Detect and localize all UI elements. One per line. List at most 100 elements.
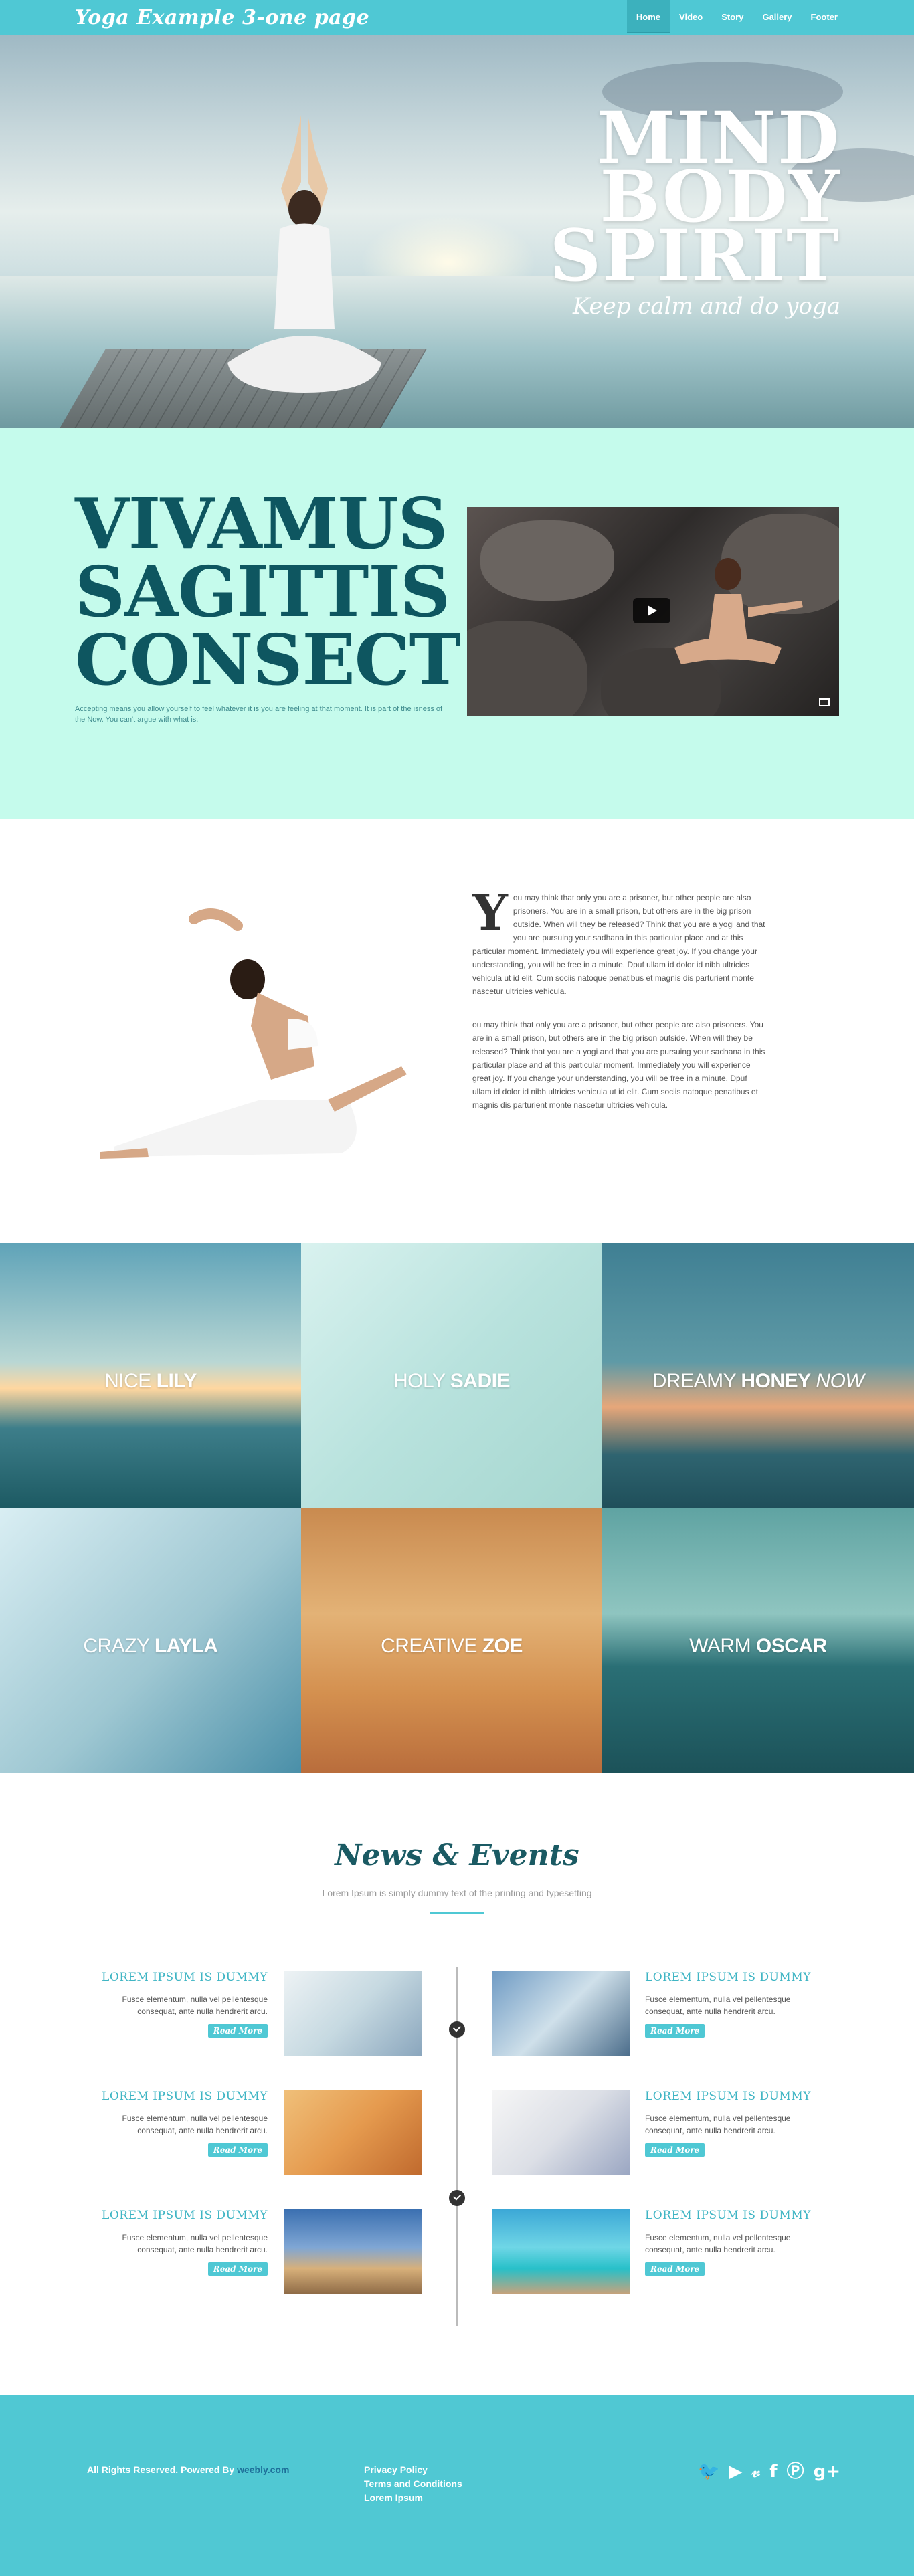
rock-shape bbox=[467, 621, 587, 716]
footer: All Rights Reserved. Powered By weebly.c… bbox=[0, 2395, 914, 2576]
news-item-text: LOREM IPSUM IS DUMMY Fusce elementum, nu… bbox=[87, 2090, 268, 2157]
news-item-text: LOREM IPSUM IS DUMMY Fusce elementum, nu… bbox=[645, 2209, 826, 2276]
read-more-button[interactable]: Read More bbox=[645, 2262, 705, 2276]
play-icon[interactable] bbox=[633, 598, 670, 623]
caption-prefix: CREATIVE bbox=[381, 1635, 482, 1658]
intro-text: Accepting means you allow yourself to fe… bbox=[75, 705, 443, 724]
video-section: VIVAMUS SAGITTIS CONSECT Accepting means… bbox=[0, 428, 914, 819]
caption-name: LAYLA bbox=[154, 1635, 218, 1658]
news-thumbnail[interactable] bbox=[492, 2209, 630, 2294]
caption-name: ZOE bbox=[482, 1635, 523, 1658]
news-item: LOREM IPSUM IS DUMMY Fusce elementum, nu… bbox=[492, 1971, 827, 2060]
news-item-desc: Fusce elementum, nulla vel pellentesque … bbox=[122, 2233, 268, 2254]
read-more-button[interactable]: Read More bbox=[207, 2024, 268, 2038]
facebook-icon[interactable]: f bbox=[769, 2462, 777, 2482]
vimeo-icon[interactable]: 𝓋 bbox=[751, 2462, 760, 2482]
news-item-title[interactable]: LOREM IPSUM IS DUMMY bbox=[87, 1971, 268, 1984]
story-section: Y ou may think that only you are a priso… bbox=[0, 819, 914, 1243]
nav-item-story[interactable]: Story bbox=[712, 0, 753, 35]
caption-name: SADIE bbox=[450, 1370, 511, 1393]
news-item-text: LOREM IPSUM IS DUMMY Fusce elementum, nu… bbox=[645, 1971, 826, 2038]
news-item-title[interactable]: LOREM IPSUM IS DUMMY bbox=[645, 2209, 826, 2222]
gallery-caption: CRAZY LAYLA bbox=[0, 1635, 301, 1658]
timeline-line bbox=[456, 1967, 458, 2326]
social-links: 🐦 ▶ 𝓋 f Ⓟ g+ bbox=[698, 2462, 840, 2482]
news-subtitle: Lorem Ipsum is simply dummy text of the … bbox=[322, 1888, 592, 1898]
story-paragraph: ou may think that only you are a prisone… bbox=[472, 893, 765, 996]
caption-suffix: NOW bbox=[810, 1370, 864, 1393]
stretching-woman-image bbox=[100, 908, 407, 1159]
caption-prefix: CRAZY bbox=[83, 1635, 155, 1658]
gallery-caption: NICE LILY bbox=[0, 1370, 301, 1393]
fullscreen-icon[interactable] bbox=[819, 698, 830, 706]
news-item: LOREM IPSUM IS DUMMY Fusce elementum, nu… bbox=[87, 2090, 422, 2179]
read-more-button[interactable]: Read More bbox=[207, 2143, 268, 2157]
footer-link-terms[interactable]: Terms and Conditions bbox=[364, 2477, 462, 2491]
hero-banner: MIND BODY SPIRIT Keep calm and do yoga bbox=[0, 35, 914, 428]
video-player[interactable] bbox=[467, 507, 839, 716]
news-item: LOREM IPSUM IS DUMMY Fusce elementum, nu… bbox=[87, 1971, 422, 2060]
gallery-grid: NICE LILY HOLY SADIE DREAMY HONEY NOW CR… bbox=[0, 1243, 914, 1773]
googleplus-icon[interactable]: g+ bbox=[814, 2462, 840, 2482]
gallery-tile[interactable]: DREAMY HONEY NOW bbox=[602, 1243, 914, 1508]
top-nav: Yoga Example 3-one page Home Video Story… bbox=[0, 0, 914, 35]
news-thumbnail[interactable] bbox=[284, 1971, 422, 2056]
nav-item-footer[interactable]: Footer bbox=[802, 0, 847, 35]
nav-menu: Home Video Story Gallery Footer bbox=[626, 0, 847, 35]
story-paragraph: ou may think that only you are a prisone… bbox=[472, 1020, 765, 1110]
news-item-text: LOREM IPSUM IS DUMMY Fusce elementum, nu… bbox=[87, 1971, 268, 2038]
read-more-button[interactable]: Read More bbox=[207, 2262, 268, 2276]
news-title: News & Events bbox=[335, 1838, 579, 1872]
news-item-text: LOREM IPSUM IS DUMMY Fusce elementum, nu… bbox=[87, 2209, 268, 2276]
nav-item-video[interactable]: Video bbox=[670, 0, 712, 35]
gallery-tile[interactable]: CRAZY LAYLA bbox=[0, 1508, 301, 1773]
gallery-tile[interactable]: CREATIVE ZOE bbox=[301, 1508, 602, 1773]
intro-heading-line: VIVAMUS bbox=[75, 482, 448, 565]
gallery-tile[interactable]: WARM OSCAR bbox=[602, 1508, 914, 1773]
news-item-title[interactable]: LOREM IPSUM IS DUMMY bbox=[645, 2090, 826, 2103]
news-item-desc: Fusce elementum, nulla vel pellentesque … bbox=[122, 1995, 268, 2016]
intro-heading-line: CONSECT bbox=[75, 619, 461, 701]
gallery-tile[interactable]: HOLY SADIE bbox=[301, 1243, 602, 1508]
caption-prefix: HOLY bbox=[393, 1370, 450, 1393]
copyright-text: All Rights Reserved. Powered By weebly.c… bbox=[87, 2464, 289, 2475]
footer-link-lorem[interactable]: Lorem Ipsum bbox=[364, 2491, 462, 2505]
youtube-icon[interactable]: ▶ bbox=[729, 2462, 742, 2482]
title-underline bbox=[430, 1912, 484, 1914]
footer-links: Privacy Policy Terms and Conditions Lore… bbox=[364, 2463, 462, 2505]
nav-item-gallery[interactable]: Gallery bbox=[753, 0, 801, 35]
twitter-icon[interactable]: 🐦 bbox=[698, 2462, 719, 2482]
news-item-title[interactable]: LOREM IPSUM IS DUMMY bbox=[87, 2090, 268, 2103]
timeline-check-icon bbox=[449, 2190, 465, 2206]
pinterest-icon[interactable]: Ⓟ bbox=[787, 2462, 804, 2482]
news-item: LOREM IPSUM IS DUMMY Fusce elementum, nu… bbox=[492, 2090, 827, 2179]
yoga-woman-image bbox=[674, 558, 803, 664]
news-section: News & Events Lorem Ipsum is simply dumm… bbox=[0, 1773, 914, 2395]
meditating-woman-image bbox=[227, 115, 381, 393]
hero-tagline: Keep calm and do yoga bbox=[572, 293, 840, 320]
footer-link-privacy[interactable]: Privacy Policy bbox=[364, 2463, 462, 2477]
gallery-caption: WARM OSCAR bbox=[602, 1635, 914, 1658]
news-item-title[interactable]: LOREM IPSUM IS DUMMY bbox=[645, 1971, 826, 1984]
page: Yoga Example 3-one page Home Video Story… bbox=[0, 0, 914, 2576]
caption-name: OSCAR bbox=[755, 1635, 827, 1658]
hero-line-spirit: SPIRIT bbox=[549, 213, 840, 297]
caption-name: HONEY bbox=[741, 1370, 811, 1393]
gallery-tile[interactable]: NICE LILY bbox=[0, 1243, 301, 1508]
news-thumbnail[interactable] bbox=[284, 2090, 422, 2175]
news-thumbnail[interactable] bbox=[492, 2090, 630, 2175]
news-thumbnail[interactable] bbox=[492, 1971, 630, 2056]
caption-prefix: DREAMY bbox=[652, 1370, 741, 1393]
news-thumbnail[interactable] bbox=[284, 2209, 422, 2294]
intro-heading-line: SAGITTIS bbox=[75, 551, 450, 633]
read-more-button[interactable]: Read More bbox=[645, 2143, 705, 2157]
brand-logo[interactable]: Yoga Example 3-one page bbox=[75, 6, 369, 29]
powered-by-link[interactable]: weebly.com bbox=[237, 2464, 289, 2475]
read-more-button[interactable]: Read More bbox=[645, 2024, 705, 2038]
news-item-desc: Fusce elementum, nulla vel pellentesque … bbox=[645, 2233, 791, 2254]
caption-prefix: NICE bbox=[104, 1370, 157, 1393]
news-item-text: LOREM IPSUM IS DUMMY Fusce elementum, nu… bbox=[645, 2090, 826, 2157]
news-item-title[interactable]: LOREM IPSUM IS DUMMY bbox=[87, 2209, 268, 2222]
news-item-desc: Fusce elementum, nulla vel pellentesque … bbox=[122, 2114, 268, 2135]
nav-item-home[interactable]: Home bbox=[626, 0, 670, 33]
